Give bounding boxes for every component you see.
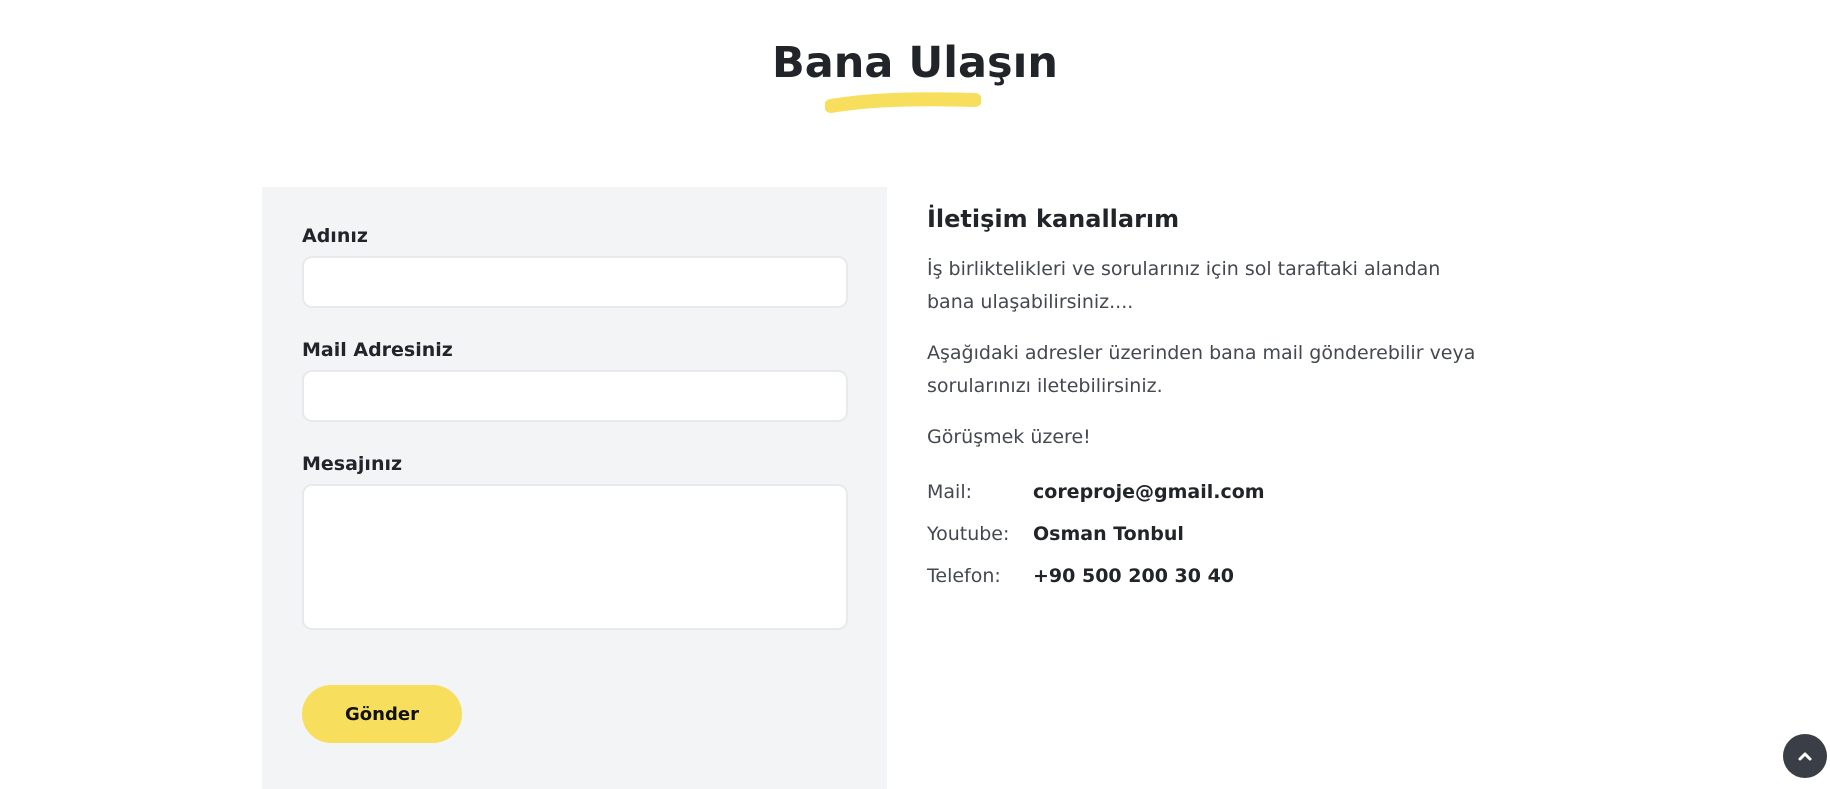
- info-heading: İletişim kanallarım: [927, 205, 1180, 233]
- contact-phone-value[interactable]: +90 500 200 30 40: [1033, 561, 1234, 591]
- chevron-up-icon: [1798, 752, 1812, 761]
- message-textarea[interactable]: [302, 484, 848, 630]
- info-paragraph: İş birliktelikleri ve sorularınız için s…: [927, 258, 1441, 313]
- name-label: Adınız: [302, 225, 368, 247]
- section-title: Bana Ulaşın: [771, 38, 1058, 88]
- contact-key: Telefon:: [927, 565, 1001, 587]
- info-paragraph: Aşağıdaki adresler üzerinden bana mail g…: [927, 342, 1476, 397]
- contact-youtube-value[interactable]: Osman Tonbul: [1033, 519, 1184, 549]
- contact-key: Youtube:: [927, 523, 1010, 545]
- scroll-top-button[interactable]: [1783, 734, 1827, 778]
- message-label: Mesajınız: [302, 453, 403, 475]
- email-input[interactable]: [302, 370, 848, 422]
- email-label: Mail Adresiniz: [302, 339, 453, 361]
- name-input[interactable]: [302, 256, 848, 308]
- contact-mail-value[interactable]: coreproje@gmail.com: [1033, 477, 1265, 507]
- contact-key: Mail:: [927, 481, 972, 503]
- title-underline-decoration: [825, 92, 981, 113]
- contact-form: Adınız Mail Adresiniz Mesajınız Gönder: [262, 187, 887, 789]
- info-paragraph: Görüşmek üzere!: [927, 426, 1091, 448]
- submit-button[interactable]: Gönder: [302, 685, 462, 743]
